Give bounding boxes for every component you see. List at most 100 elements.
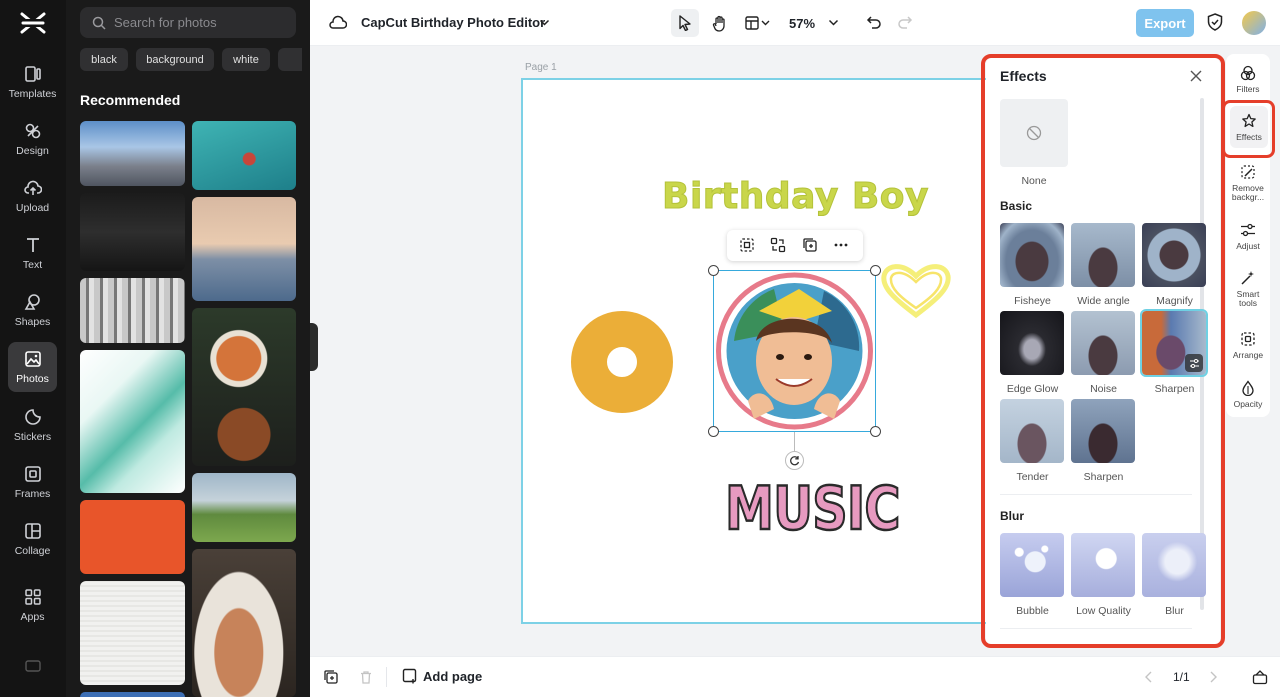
effect-none[interactable]: None [1000,99,1068,187]
rotate-icon [790,456,800,466]
arrange-icon [1241,332,1255,346]
add-page-button[interactable]: Add page [402,668,482,684]
effect-settings-button[interactable] [1185,354,1203,372]
tool-filters[interactable]: Filters [1226,65,1270,94]
more-options-icon[interactable] [833,237,849,253]
sidebar-item-shapes[interactable]: Shapes [8,285,57,335]
photo-thumbnail-teal-abstract[interactable] [80,350,185,493]
trash-icon[interactable] [359,670,373,684]
capcut-logo-icon[interactable] [19,11,47,35]
search-box[interactable] [80,7,296,38]
export-button[interactable]: Export [1136,9,1194,37]
tool-arrange[interactable]: Arrange [1226,331,1270,360]
heart-sticker[interactable] [878,260,954,320]
document-title[interactable]: CapCut Birthday Photo Editor [361,15,545,30]
sidebar-item-photos[interactable]: Photos [8,342,57,392]
effect-tender[interactable]: Tender [1000,399,1065,483]
tool-adjust[interactable]: Adjust [1226,222,1270,251]
photo-thumbnail-blue[interactable] [80,692,185,697]
photo-thumbnail-boat[interactable] [192,121,296,190]
photo-thumbnail-ramen[interactable] [192,308,296,466]
resize-handle-top-right[interactable] [870,265,881,276]
resize-handle-top-left[interactable] [708,265,719,276]
photo-thumbnail-meadow[interactable] [192,473,296,542]
effect-thumb [1071,399,1135,463]
tool-label: Effects [1236,132,1262,142]
rotate-handle[interactable] [785,451,804,470]
effect-edge-glow[interactable]: Edge Glow [1000,311,1065,395]
sidebar-item-design[interactable]: Design [8,114,57,164]
photo-thumbnail-white-texture[interactable] [80,581,185,685]
photo-thumbnail-skyline[interactable] [192,197,296,301]
shield-check-icon[interactable] [1207,13,1223,31]
photo-thumbnail-plated-food[interactable] [192,549,296,697]
sliders-icon [1189,358,1199,368]
effect-noise[interactable]: Noise [1071,311,1136,395]
donut-shape[interactable] [571,311,673,413]
hand-tool-button[interactable] [706,9,734,37]
next-page-icon[interactable] [1208,671,1218,683]
previous-page-icon[interactable] [1144,671,1154,683]
effect-wide-angle[interactable]: Wide angle [1071,223,1136,307]
page-manager-icon[interactable] [1252,669,1268,685]
redo-icon[interactable] [897,14,913,30]
effect-label: Fisheye [1014,295,1051,307]
section-divider [1000,628,1192,629]
sidebar-item-upload[interactable]: Upload [8,171,57,221]
resize-handle-bottom-right[interactable] [870,426,881,437]
tool-opacity[interactable]: Opacity [1226,380,1270,409]
sidebar-item-text[interactable]: Text [8,228,57,278]
layout-menu-button[interactable] [740,9,776,37]
panel-collapse-handle[interactable] [310,323,318,371]
tag-chip-black[interactable]: black [80,48,128,71]
magic-wand-icon [1241,271,1254,285]
undo-icon[interactable] [866,14,882,30]
sidebar-item-apps[interactable]: Apps [8,580,57,630]
sidebar-item-frames[interactable]: Frames [8,457,57,507]
effect-sharpen-selected[interactable]: Sharpen [1140,309,1208,395]
crop-select-icon[interactable] [739,237,755,253]
tag-chip-background[interactable]: background [136,48,214,71]
tool-remove-background[interactable]: Remove backgr... [1226,164,1270,202]
sidebar-item-label: Text [22,258,43,271]
photo-thumbnail-city-sky[interactable] [80,121,185,186]
effect-blur[interactable]: Blur [1142,533,1207,617]
zoom-level[interactable]: 57% [784,15,820,31]
tag-chip-overflow[interactable] [278,48,302,71]
resize-handle-bottom-left[interactable] [708,426,719,437]
hand-icon [712,15,725,32]
effect-sharpen[interactable]: Sharpen [1071,399,1136,483]
tool-label: Remove backgr... [1231,183,1265,202]
effects-panel: Effects None Basic Fisheye Wide angle Ma… [986,58,1220,646]
sidebar-item-stickers[interactable]: Stickers [8,400,57,450]
select-tool-button[interactable] [671,9,699,37]
user-avatar[interactable] [1242,11,1266,35]
duplicate-icon[interactable] [802,237,818,253]
music-text[interactable]: MUSIC [724,473,902,546]
birthday-heading-text[interactable]: Birthday Boy [662,176,929,218]
tool-effects[interactable]: Effects [1230,106,1268,148]
tag-chip-white[interactable]: white [222,48,270,71]
more-icon[interactable] [25,660,41,674]
effect-bubble[interactable]: Bubble [1000,533,1065,617]
sidebar-item-templates[interactable]: Templates [8,57,57,107]
zoom-chevron-down-icon[interactable] [828,17,839,28]
page-duplicate-icon[interactable] [324,670,338,684]
top-toolbar: CapCut Birthday Photo Editor 57% Export [310,0,1280,46]
photo-thumbnail-columns[interactable] [80,278,185,343]
photo-thumbnail-orange[interactable] [80,500,185,574]
effect-label: Low Quality [1076,605,1131,617]
cloud-save-icon[interactable] [329,14,347,30]
tool-smart-tools[interactable]: Smart tools [1226,270,1270,308]
sidebar-item-collage[interactable]: Collage [8,514,57,564]
effect-magnify[interactable]: Magnify [1142,223,1207,307]
photo-thumbnail-dark-wood[interactable] [80,193,185,271]
close-icon[interactable] [1189,69,1203,83]
search-input[interactable] [114,15,284,30]
replace-icon[interactable] [770,237,786,253]
chevron-down-icon[interactable] [539,17,550,28]
effect-fisheye[interactable]: Fisheye [1000,223,1065,307]
effect-low-quality[interactable]: Low Quality [1071,533,1136,617]
effect-label: Wide angle [1077,295,1130,307]
page-label: Page 1 [525,62,557,73]
